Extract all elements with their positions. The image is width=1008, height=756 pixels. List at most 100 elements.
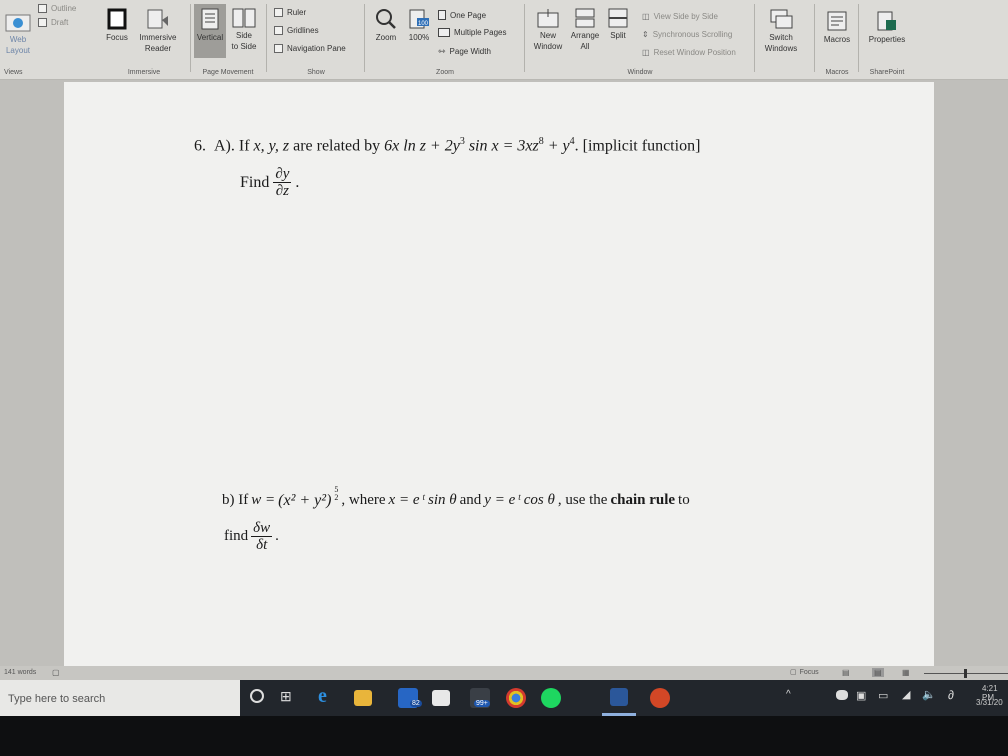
properties-icon	[877, 11, 896, 31]
wifi-icon[interactable]: ◢	[902, 688, 910, 701]
exponent: t	[422, 492, 425, 502]
magnifier-icon	[376, 9, 396, 29]
punctuation: .	[295, 173, 300, 191]
tray-app-icon[interactable]: ▣	[856, 689, 866, 702]
chain-rule-emphasis: chain rule	[610, 492, 676, 508]
question-6-line: 6. A). If x, y, z are related by 6x ln z…	[194, 136, 700, 155]
clock-date[interactable]: 3/31/20	[976, 698, 1003, 707]
zoom-button[interactable]: Zoom	[370, 8, 402, 43]
vertical-icon	[201, 8, 219, 30]
taskbar-search-box[interactable]: Type here to search	[0, 680, 240, 716]
navigation-pane-checkbox[interactable]: Navigation Pane	[274, 44, 346, 53]
gridlines-checkbox-icon	[274, 26, 283, 35]
page-width-button[interactable]: ⇿ Page Width	[438, 46, 491, 57]
question-text: to	[678, 492, 690, 508]
chrome-icon[interactable]	[506, 688, 526, 708]
immersive-group: Focus Immersive Reader Immersive	[98, 0, 190, 80]
multiple-pages-label: Multiple Pages	[454, 28, 507, 37]
new-window-icon	[537, 9, 559, 28]
print-layout-icon[interactable]: ▤	[872, 668, 884, 677]
immersive-reader-label: Immersive Reader	[139, 33, 177, 53]
arrange-all-button[interactable]: Arrange All	[566, 8, 604, 52]
question-variables: x, y, z	[253, 137, 290, 155]
read-mode-icon[interactable]: ▤	[842, 668, 850, 677]
notification-badge: 99+	[474, 700, 490, 707]
show-group-label: Show	[307, 69, 325, 76]
word-count[interactable]: 141 words	[4, 669, 36, 676]
zoom-100-button[interactable]: 100 100%	[402, 8, 436, 43]
zoom-slider-thumb[interactable]	[964, 669, 967, 678]
word-app-icon[interactable]	[610, 688, 628, 706]
macros-button[interactable]: Macros	[818, 10, 856, 45]
gridlines-checkbox[interactable]: Gridlines	[274, 26, 319, 35]
split-label: Split	[610, 31, 626, 40]
web-layout-button[interactable]: Web Layout	[2, 14, 34, 56]
outline-label: Outline	[51, 4, 77, 13]
cortana-icon[interactable]	[250, 689, 264, 703]
question-text: If	[238, 137, 250, 155]
question-part-b: b) If	[222, 492, 249, 508]
exponent-fraction: 5 2	[334, 486, 338, 502]
view-side-by-side-button[interactable]: ◫ View Side by Side	[642, 12, 718, 21]
question-text: are related by	[293, 137, 381, 155]
view-side-by-side-label: View Side by Side	[653, 12, 718, 21]
draft-button[interactable]: Draft	[38, 18, 68, 27]
macros-group: Macros Macros	[816, 0, 858, 80]
switch-windows-icon	[770, 9, 793, 29]
web-layout-status-icon[interactable]: ▦	[902, 668, 910, 677]
zoom-100-label: 100%	[408, 33, 430, 42]
one-page-label: One Page	[450, 10, 487, 20]
arrange-all-label: Arrange All	[570, 31, 600, 51]
equation-part: x = e	[388, 492, 420, 508]
split-button[interactable]: Split	[604, 8, 632, 41]
edge-browser-icon[interactable]: e	[318, 685, 327, 708]
properties-button[interactable]: Properties	[862, 10, 912, 45]
sharepoint-group: Properties SharePoint	[860, 0, 914, 80]
new-window-label: New Window	[533, 31, 563, 51]
document-page[interactable]: 6. A). If x, y, z are related by 6x ln z…	[64, 82, 934, 666]
new-window-button[interactable]: New Window	[528, 8, 568, 52]
question-text: , where	[341, 492, 386, 508]
reset-window-position-button[interactable]: ◫ Reset Window Position	[642, 48, 736, 57]
store-icon[interactable]	[432, 690, 450, 706]
file-explorer-icon[interactable]	[354, 690, 372, 706]
powerpoint-app-icon[interactable]	[650, 688, 670, 708]
zoom-group-label: Zoom	[436, 69, 454, 76]
page-width-icon: ⇿	[438, 46, 446, 56]
punctuation: .	[275, 528, 279, 544]
outline-button[interactable]: Outline	[38, 4, 76, 13]
focus-mode-label: Focus	[799, 668, 819, 676]
question-number: 6.	[194, 137, 206, 155]
spotify-icon[interactable]	[541, 688, 561, 708]
ruler-checkbox-icon	[274, 8, 283, 17]
multiple-pages-button[interactable]: Multiple Pages	[438, 28, 506, 37]
task-view-icon[interactable]: ⊞	[280, 688, 292, 705]
focus-button[interactable]: Focus	[102, 8, 132, 43]
ruler-checkbox[interactable]: Ruler	[274, 8, 306, 17]
synchronous-scrolling-button[interactable]: ⇕ Synchronous Scrolling	[642, 30, 732, 39]
side-to-side-button[interactable]: Side to Side	[228, 8, 260, 52]
immersive-reader-icon	[147, 9, 168, 29]
page-width-label: Page Width	[449, 47, 491, 56]
switch-windows-button[interactable]: Switch Windows	[758, 8, 804, 54]
fraction-numerator: ∂y	[273, 166, 292, 183]
one-page-button[interactable]: One Page	[438, 10, 486, 20]
onedrive-icon[interactable]	[836, 690, 848, 700]
search-placeholder: Type here to search	[8, 693, 106, 705]
pen-icon[interactable]: ∂	[948, 688, 954, 702]
navigation-pane-label: Navigation Pane	[287, 44, 346, 53]
volume-icon[interactable]: 🔈	[922, 688, 936, 701]
find-label: find	[224, 528, 249, 544]
views-group-label: Views	[4, 69, 23, 76]
mail-badge: 82	[410, 700, 422, 707]
focus-mode-button[interactable]: ▢ Focus	[790, 668, 819, 677]
immersive-reader-button[interactable]: Immersive Reader	[132, 8, 184, 54]
vertical-button[interactable]: Vertical	[194, 4, 226, 58]
battery-icon[interactable]: ▭	[878, 689, 888, 702]
equation-part: y = e	[484, 492, 516, 508]
show-hidden-icons-chevron-icon[interactable]: ^	[786, 689, 791, 700]
reset-window-position-icon: ◫	[642, 48, 650, 57]
focus-mode-icon: ▢	[790, 669, 797, 676]
proofing-icon[interactable]: ▢	[52, 668, 60, 677]
page-movement-group: Vertical Side to Side Page Movement	[192, 0, 264, 80]
